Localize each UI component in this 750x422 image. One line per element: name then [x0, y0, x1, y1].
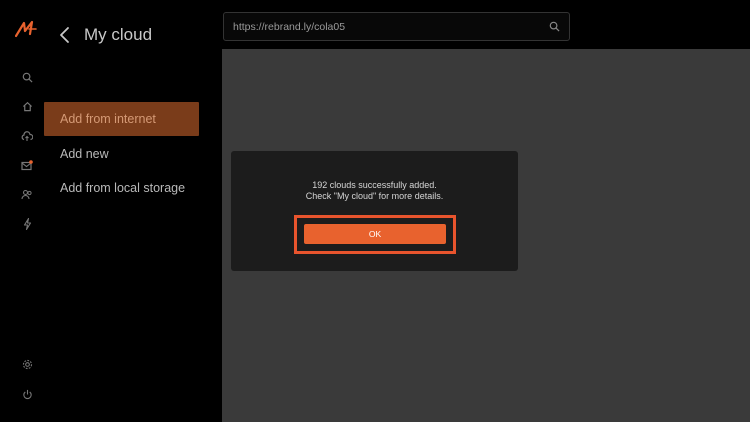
dialog-message-line-1: 192 clouds successfully added. [312, 180, 437, 190]
settings-icon[interactable] [21, 358, 33, 370]
back-arrow-icon[interactable] [58, 26, 72, 44]
page-title: My cloud [84, 25, 153, 44]
mail-icon[interactable] [21, 159, 33, 171]
top-bar [222, 0, 750, 49]
url-bar [223, 12, 570, 41]
side-panel: My cloud Add from internet Add new Add f… [44, 0, 222, 422]
power-icon[interactable] [21, 388, 33, 400]
menu-item-add-new[interactable]: Add new [44, 137, 199, 171]
home-icon[interactable] [21, 100, 33, 112]
bolt-icon[interactable] [21, 218, 33, 230]
dialog-message-line-2: Check "My cloud" for more details. [305, 191, 444, 201]
users-icon[interactable] [21, 188, 33, 200]
icon-rail [0, 0, 44, 422]
url-input[interactable] [233, 13, 533, 40]
menu-item-add-from-local-storage[interactable]: Add from local storage [44, 171, 199, 205]
ok-button[interactable]: OK [304, 224, 446, 244]
app-logo-icon [15, 20, 37, 38]
search-icon[interactable] [21, 71, 33, 83]
menu-item-add-from-internet[interactable]: Add from internet [44, 102, 199, 136]
cloud-upload-icon[interactable] [21, 130, 33, 142]
search-icon[interactable] [549, 21, 560, 32]
